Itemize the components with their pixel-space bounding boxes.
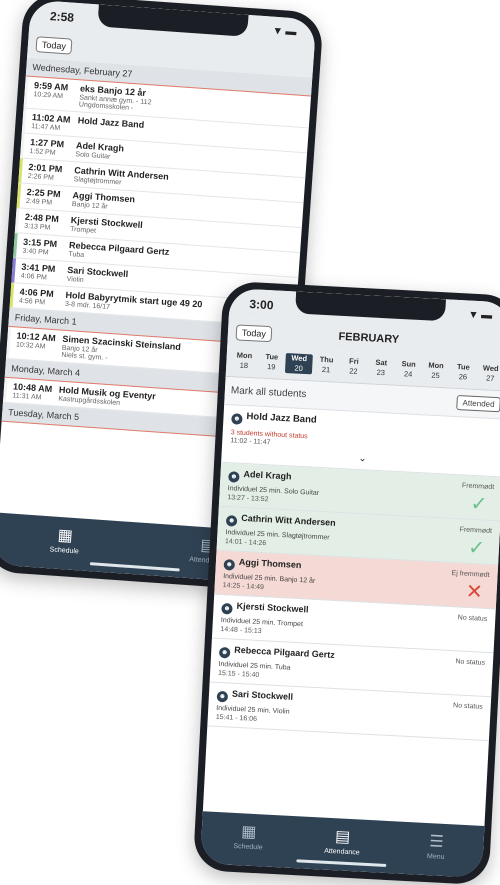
week-day[interactable]: Tue 26 xyxy=(449,362,477,383)
tab-attendance-label: Attendance xyxy=(324,847,360,857)
event-info: Sari Stockwell Violin xyxy=(66,265,128,287)
status-time: 2:58 xyxy=(49,9,75,25)
week-day-number: 20 xyxy=(294,363,304,373)
person-icon: ☻ xyxy=(228,471,240,483)
week-day-number: 26 xyxy=(458,372,468,382)
clipboard-icon: ▤ xyxy=(334,828,351,847)
status-label: No status xyxy=(455,658,486,667)
week-day[interactable]: Fri 22 xyxy=(339,356,367,377)
person-icon: ☻ xyxy=(216,690,229,703)
event-info: eks Banjo 12 år Sankt annæ gym. - 112 Ung… xyxy=(79,83,153,113)
event-info: Kjersti Stockwell Trompet xyxy=(70,215,143,238)
event-times: 2:48 PM 3:13 PM xyxy=(24,212,71,233)
event-info: Aggi Thomsen Banjo 12 år xyxy=(72,190,136,212)
event-times: 2:01 PM 2:26 PM xyxy=(28,162,75,183)
event-times: 3:15 PM 3:40 PM xyxy=(22,237,69,258)
person-icon: ☻ xyxy=(223,559,236,571)
week-day-number: 27 xyxy=(485,373,495,383)
status-time: 3:00 xyxy=(249,297,274,313)
group-title: Hold Jazz Band xyxy=(246,411,317,426)
event-times: 10:48 AM 11:31 AM xyxy=(12,381,59,402)
event-info: Rebecca Pilgaard Gertz Tuba xyxy=(68,240,170,265)
week-day[interactable]: Tue 19 xyxy=(257,352,285,373)
week-day-number: 24 xyxy=(403,369,413,379)
person-icon: ☻ xyxy=(221,603,233,615)
event-times: 4:06 PM 4:56 PM xyxy=(19,287,66,308)
person-icon: ☻ xyxy=(225,515,238,527)
week-day-number: 19 xyxy=(266,362,276,372)
event-times: 9:59 AM 10:29 AM xyxy=(33,80,81,108)
week-day[interactable]: Sat 23 xyxy=(367,357,395,378)
student-name: Rebecca Pilgaard Gertz xyxy=(234,644,336,660)
tab-bar: ▦ Schedule ▤ Attendance ☰ Menu xyxy=(200,811,485,878)
cross-icon[interactable]: ✕ xyxy=(465,581,483,604)
week-day-number: 18 xyxy=(239,360,249,371)
mark-all-label: Mark all students xyxy=(230,385,307,401)
today-button[interactable]: Today xyxy=(35,36,73,55)
status-icons: ▾ ▬ xyxy=(470,308,494,322)
person-icon: ☻ xyxy=(218,646,231,659)
student-name: Adel Kragh xyxy=(243,468,292,482)
event-info: Hold Jazz Band xyxy=(77,115,145,138)
week-day[interactable]: Mon 18 xyxy=(230,350,258,371)
student-name: Sari Stockwell xyxy=(231,688,294,702)
event-info: Adel Kragh Solo Guitar xyxy=(75,140,124,161)
tab-schedule-label: Schedule xyxy=(49,546,80,556)
group-icon: ☻ xyxy=(231,413,243,425)
event-times: 3:41 PM 4:06 PM xyxy=(21,262,68,283)
menu-icon: ☰ xyxy=(428,833,445,851)
week-day[interactable]: Wed 20 xyxy=(284,353,314,375)
event-times: 10:12 AM 10:32 AM xyxy=(15,331,63,359)
week-day-number: 21 xyxy=(321,364,331,375)
status-label: No status xyxy=(457,614,488,623)
event-info: Simen Szacinski Steinsland Banjo 12 år Ni… xyxy=(61,334,181,367)
event-times: 11:02 AM 11:47 AM xyxy=(31,112,78,133)
check-icon[interactable]: ✓ xyxy=(468,537,486,560)
event-info: Hold Musik og Eventyr Kastrupgårdsskolen xyxy=(58,385,156,410)
tab-schedule[interactable]: ▦ Schedule xyxy=(200,811,297,868)
student-name: Aggi Thomsen xyxy=(238,556,302,571)
tab-schedule-label: Schedule xyxy=(233,842,263,852)
event-times: 1:27 PM 1:52 PM xyxy=(29,137,76,158)
attendance-screen: 3:00 ▾ ▬ Today FEBRUARY Mon 18 Tue 19 Wed 20 T… xyxy=(200,288,500,878)
week-day[interactable]: Sun 24 xyxy=(394,359,422,380)
attended-button[interactable]: Attended xyxy=(456,395,500,413)
week-day-number: 23 xyxy=(376,367,386,378)
status-label: No status xyxy=(452,702,483,711)
tab-menu[interactable]: ☰ Menu xyxy=(388,821,485,878)
student-list: ☻ Adel Kragh Individuel 25 min. Solo Guita… xyxy=(207,462,500,742)
calendar-icon: ▦ xyxy=(57,526,74,545)
week-day[interactable]: Wed 27 xyxy=(476,363,500,384)
event-title: Hold Jazz Band xyxy=(77,115,145,130)
week-day-number: 22 xyxy=(349,366,358,376)
tab-menu-label: Menu xyxy=(426,853,445,862)
event-times: 2:25 PM 2:49 PM xyxy=(26,187,73,208)
check-icon[interactable]: ✓ xyxy=(470,493,488,516)
phone-attendance: 3:00 ▾ ▬ Today FEBRUARY Mon 18 Tue 19 Wed 20 T… xyxy=(192,280,500,885)
student-name: Cathrin Witt Andersen xyxy=(240,512,336,528)
status-icons: ▾ ▬ xyxy=(274,24,298,39)
event-info: Cathrin Witt Andersen Slagtøjtrommer xyxy=(73,165,169,190)
week-day[interactable]: Thu 21 xyxy=(312,354,340,375)
calendar-icon: ▦ xyxy=(240,823,257,842)
student-name: Kjersti Stockwell xyxy=(236,600,309,615)
week-day-number: 25 xyxy=(431,370,440,381)
week-day[interactable]: Mon 25 xyxy=(422,360,450,381)
